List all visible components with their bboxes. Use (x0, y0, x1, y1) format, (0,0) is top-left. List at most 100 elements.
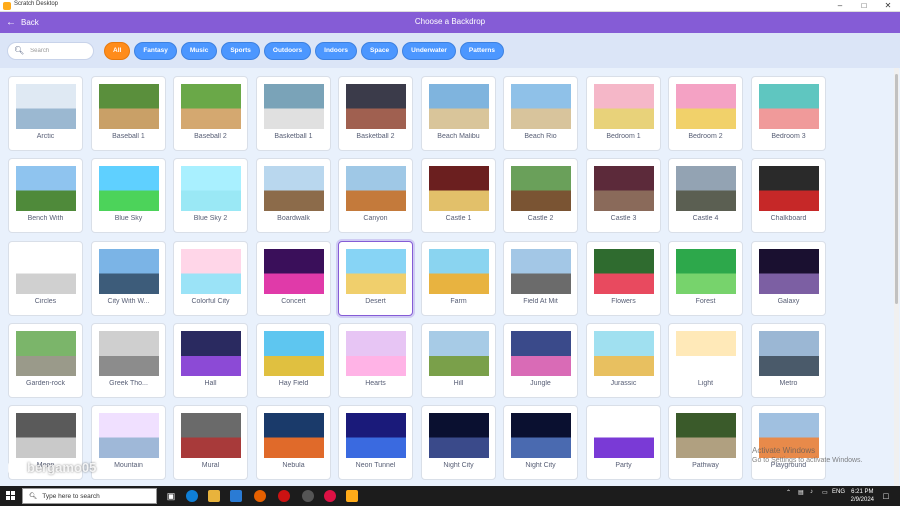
backdrop-card[interactable]: Bedroom 1 (586, 76, 661, 151)
edge-icon[interactable] (186, 490, 198, 502)
backdrop-card[interactable]: City With W... (91, 241, 166, 316)
taskbar-search[interactable]: 🔍︎ Type here to search (22, 488, 157, 504)
backdrop-card[interactable]: Bench With (8, 158, 83, 233)
maximize-button[interactable]: □ (852, 0, 876, 12)
minimize-button[interactable]: – (828, 0, 852, 12)
backdrop-card[interactable]: Farm (421, 241, 496, 316)
opera-icon[interactable] (278, 490, 290, 502)
volume-icon[interactable]: ♪ (810, 489, 813, 495)
backdrop-card[interactable]: Field At Mit (503, 241, 578, 316)
backdrop-card[interactable]: Playground (751, 405, 826, 480)
backdrop-card[interactable]: Night City (503, 405, 578, 480)
scrollbar-thumb[interactable] (895, 74, 898, 304)
backdrop-card[interactable]: Flowers (586, 241, 661, 316)
backdrop-card[interactable]: Bedroom 2 (668, 76, 743, 151)
file-explorer-icon[interactable] (208, 490, 220, 502)
backdrop-card[interactable]: Nebula (256, 405, 331, 480)
tag-sports[interactable]: Sports (221, 41, 260, 60)
chrome-icon[interactable] (324, 490, 336, 502)
backdrop-card[interactable]: Night City (421, 405, 496, 480)
backdrop-card[interactable]: Galaxy (751, 241, 826, 316)
search-input[interactable] (30, 47, 91, 54)
tray-chevron-icon[interactable]: ⌃ (786, 489, 791, 496)
backdrop-card[interactable]: Colorful City (173, 241, 248, 316)
camera-icon (8, 461, 24, 474)
mail-icon[interactable] (230, 490, 242, 502)
backdrop-card[interactable]: Hall (173, 323, 248, 398)
backdrop-thumbnail (181, 84, 241, 129)
backdrop-card[interactable]: Bedroom 3 (751, 76, 826, 151)
backdrop-label: Galaxy (777, 298, 800, 305)
backdrop-card[interactable]: Jungle (503, 323, 578, 398)
tag-patterns[interactable]: Patterns (459, 41, 504, 60)
backdrop-thumbnail (346, 166, 406, 211)
backdrop-card[interactable]: Beach Malibu (421, 76, 496, 151)
backdrop-card[interactable]: Baseball 2 (173, 76, 248, 151)
backdrop-card[interactable]: Pathway (668, 405, 743, 480)
backdrop-card[interactable]: Blue Sky 2 (173, 158, 248, 233)
network-icon[interactable]: ▤ (798, 489, 804, 496)
backdrop-thumbnail (16, 413, 76, 458)
tag-all[interactable]: All (104, 41, 131, 60)
backdrop-card[interactable]: Jurassic (586, 323, 661, 398)
backdrop-card[interactable]: Light (668, 323, 743, 398)
taskbar-clock[interactable]: 6:21 PM 2/9/2024 (851, 488, 874, 504)
backdrop-thumbnail (264, 84, 324, 129)
backdrop-card[interactable]: Greek Tho... (91, 323, 166, 398)
backdrop-card[interactable]: Hay Field (256, 323, 331, 398)
backdrop-card[interactable]: Mural (173, 405, 248, 480)
backdrop-card[interactable]: Basketball 1 (256, 76, 331, 151)
backdrop-label: Concert (281, 298, 306, 305)
backdrop-card[interactable]: Canyon (338, 158, 413, 233)
backdrop-thumbnail (429, 331, 489, 376)
backdrop-card[interactable]: Party (586, 405, 661, 480)
backdrop-card[interactable]: Beach Rio (503, 76, 578, 151)
backdrop-card[interactable]: Arctic (8, 76, 83, 151)
backdrop-card[interactable]: Metro (751, 323, 826, 398)
backdrop-card[interactable]: Hearts (338, 323, 413, 398)
tag-music[interactable]: Music (180, 41, 218, 60)
backdrop-card[interactable]: Blue Sky (91, 158, 166, 233)
search-box[interactable]: 🔍︎ (7, 41, 94, 60)
backdrop-card[interactable]: Mountain (91, 405, 166, 480)
obs-icon[interactable] (302, 490, 314, 502)
clock-time: 6:21 PM (851, 489, 874, 495)
backdrop-card[interactable]: Basketball 2 (338, 76, 413, 151)
tag-indoors[interactable]: Indoors (315, 41, 357, 60)
backdrop-card[interactable]: Forest (668, 241, 743, 316)
scrollbar[interactable] (894, 68, 899, 486)
backdrop-card[interactable]: Castle 2 (503, 158, 578, 233)
battery-icon[interactable]: ▭ (822, 489, 828, 496)
backdrop-label: Bedroom 3 (771, 133, 806, 140)
backdrop-card[interactable]: Boardwalk (256, 158, 331, 233)
notification-icon[interactable]: □ (880, 490, 892, 502)
backdrop-label: Castle 1 (445, 215, 472, 222)
backdrop-label: Field At Mit (523, 298, 558, 305)
backdrop-thumbnail (346, 331, 406, 376)
backdrop-card[interactable]: Desert (338, 241, 413, 316)
scratch-taskbar-icon[interactable] (346, 490, 358, 502)
backdrop-card[interactable]: Baseball 1 (91, 76, 166, 151)
tag-underwater[interactable]: Underwater (402, 41, 456, 60)
backdrop-label: Nebula (282, 462, 305, 469)
tag-space[interactable]: Space (361, 41, 399, 60)
backdrop-thumbnail (264, 413, 324, 458)
backdrop-card[interactable]: Castle 1 (421, 158, 496, 233)
language-indicator[interactable]: ENG (832, 489, 845, 495)
backdrop-card[interactable]: Castle 3 (586, 158, 661, 233)
task-view-icon[interactable]: ▣ (165, 490, 177, 502)
close-button[interactable]: ✕ (876, 0, 900, 12)
tag-outdoors[interactable]: Outdoors (263, 41, 312, 60)
backdrop-card[interactable]: Concert (256, 241, 331, 316)
backdrop-thumbnail (511, 413, 571, 458)
clock-date: 2/9/2024 (850, 497, 874, 503)
backdrop-card[interactable]: Chalkboard (751, 158, 826, 233)
backdrop-card[interactable]: Garden-rock (8, 323, 83, 398)
backdrop-card[interactable]: Neon Tunnel (338, 405, 413, 480)
tag-fantasy[interactable]: Fantasy (134, 41, 177, 60)
backdrop-card[interactable]: Circles (8, 241, 83, 316)
backdrop-card[interactable]: Castle 4 (668, 158, 743, 233)
firefox-icon[interactable] (254, 490, 266, 502)
windows-start-icon[interactable] (6, 491, 16, 501)
backdrop-card[interactable]: Hill (421, 323, 496, 398)
